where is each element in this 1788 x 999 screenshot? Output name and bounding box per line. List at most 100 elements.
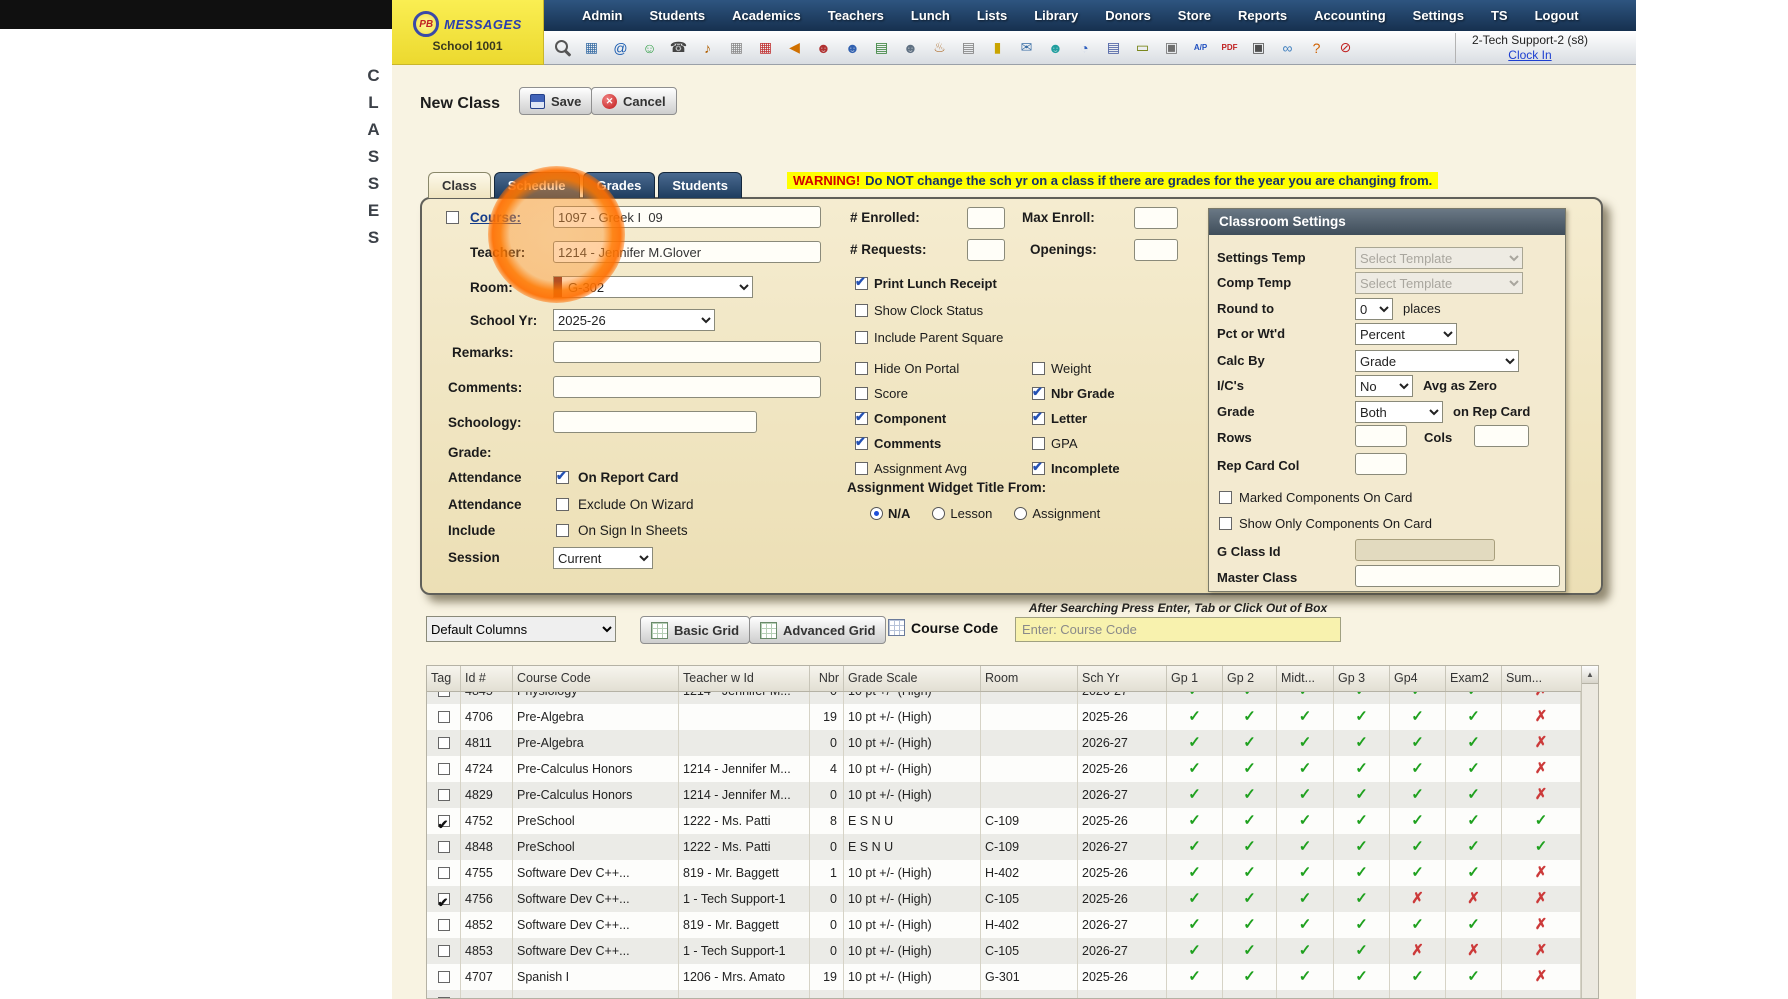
table-row[interactable]: 4706 Pre-Algebra 19 10 pt +/- (High) 2025-26… [427, 704, 1581, 730]
checkbox-item[interactable]: Show Clock Status [855, 301, 1003, 320]
cols-input[interactable] [1474, 425, 1529, 447]
clock-icon[interactable]: ◔ [1074, 37, 1095, 58]
checkbox-item[interactable]: GPA [1032, 434, 1120, 453]
g-class-id-input[interactable] [1355, 539, 1495, 561]
enrolled-input[interactable] [967, 207, 1005, 229]
tag-checkbox[interactable] [437, 789, 450, 801]
tab-schedule[interactable]: Schedule [493, 172, 580, 198]
teacher-input[interactable] [553, 241, 821, 263]
nav-item-accounting[interactable]: Accounting [1314, 8, 1386, 23]
checkbox-item[interactable]: Weight [1032, 359, 1120, 378]
nav-item-admin[interactable]: Admin [582, 8, 622, 23]
column-header[interactable]: Sum... [1502, 666, 1582, 691]
link-icon[interactable]: ∞ [1277, 37, 1298, 58]
tag-cell[interactable] [427, 938, 461, 964]
pct-select[interactable]: Percent [1355, 323, 1457, 345]
book-icon[interactable]: ▤ [871, 37, 892, 58]
rows-input[interactable] [1355, 425, 1407, 447]
session-select[interactable]: Current [553, 547, 653, 569]
table-row[interactable]: 4845Physiology1214 - Jennifer M...010 pt… [427, 692, 1581, 704]
ap-toggle-icon[interactable]: A/P [1190, 37, 1211, 58]
keycard-icon[interactable]: ▭ [1132, 37, 1153, 58]
checkbox-item[interactable]: Include Parent Square [855, 328, 1003, 347]
on-report-card-checkbox[interactable] [556, 468, 569, 484]
column-header[interactable]: Gp 3 [1334, 666, 1390, 691]
radio-item[interactable]: Lesson [932, 506, 992, 521]
tab-class[interactable]: Class [428, 172, 491, 198]
nav-item-store[interactable]: Store [1178, 8, 1211, 23]
checkbox[interactable] [855, 274, 868, 290]
lunch-icon[interactable]: ♨ [929, 37, 950, 58]
checkbox[interactable] [1032, 459, 1045, 475]
column-header[interactable]: Gp 2 [1223, 666, 1277, 691]
comp-temp-select[interactable]: Select Template [1355, 272, 1523, 294]
radio-item[interactable]: Assignment [1014, 506, 1100, 521]
stop-icon[interactable]: ⊘ [1335, 37, 1356, 58]
column-header[interactable]: Sch Yr [1078, 666, 1167, 691]
checkbox-item[interactable]: Assignment Avg [855, 459, 967, 478]
tag-checkbox[interactable] [437, 867, 450, 879]
column-header[interactable]: Gp 1 [1167, 666, 1223, 691]
tag-cell[interactable] [427, 912, 461, 938]
school-yr-select[interactable]: 2025-26 [553, 309, 715, 331]
fax-icon[interactable]: ▣ [1161, 37, 1182, 58]
tag-cell[interactable] [427, 782, 461, 808]
help-icon[interactable]: ? [1306, 37, 1327, 58]
tag-cell[interactable] [427, 886, 461, 912]
calendar-event-icon[interactable]: ▦ [755, 37, 776, 58]
person-red-icon[interactable]: ☻ [813, 37, 834, 58]
column-header[interactable]: Grade Scale [844, 666, 981, 691]
tag-cell[interactable] [427, 860, 461, 886]
condiment-icon[interactable]: ▮ [987, 37, 1008, 58]
tag-checkbox[interactable] [437, 692, 450, 697]
master-class-input[interactable] [1355, 565, 1560, 587]
column-header[interactable]: Gp4 [1390, 666, 1446, 691]
table-row[interactable] [427, 990, 1581, 998]
exclude-on-wizard-checkbox[interactable] [556, 498, 569, 511]
cancel-button[interactable]: Cancel [591, 87, 677, 115]
tag-cell[interactable] [427, 692, 461, 704]
marked-components-checkbox[interactable] [1219, 491, 1232, 504]
tag-cell[interactable] [427, 834, 461, 860]
nav-item-settings[interactable]: Settings [1413, 8, 1464, 23]
nav-item-logout[interactable]: Logout [1535, 8, 1579, 23]
checkbox[interactable] [855, 304, 868, 317]
checkbox[interactable] [855, 387, 868, 400]
column-header[interactable]: Nbr [810, 666, 844, 691]
ics-select[interactable]: No [1355, 375, 1413, 397]
rep-card-col-input[interactable] [1355, 453, 1407, 475]
basic-grid-button[interactable]: Basic Grid [640, 616, 751, 644]
checkbox[interactable] [855, 331, 868, 344]
table-row[interactable]: 4852 Software Dev C++... 819 - Mr. Baggett… [427, 912, 1581, 938]
table-row[interactable]: 4724 Pre-Calculus Honors 1214 - Jennifer M… [427, 756, 1581, 782]
tag-checkbox[interactable] [437, 890, 450, 912]
pdf-icon[interactable]: PDF [1219, 37, 1240, 58]
table-row[interactable]: 4752PreSchool1222 - Ms. Patti8E S N UC-1… [427, 808, 1581, 834]
column-header[interactable]: Id # [461, 666, 513, 691]
tag-checkbox[interactable] [437, 997, 450, 998]
checkbox[interactable] [1032, 384, 1045, 400]
nav-item-teachers[interactable]: Teachers [828, 8, 884, 23]
column-header[interactable]: Course Code [513, 666, 679, 691]
walker-icon[interactable]: ☻ [1045, 37, 1066, 58]
announcement-icon[interactable]: ◀ [784, 37, 805, 58]
audio-icon[interactable]: ♪ [697, 37, 718, 58]
checkbox[interactable] [1032, 362, 1045, 375]
table-row[interactable]: 4829 Pre-Calculus Honors 1214 - Jennifer M… [427, 782, 1581, 808]
tag-checkbox[interactable] [437, 763, 450, 775]
openings-input[interactable] [1134, 239, 1178, 261]
checkbox-item[interactable]: Print Lunch Receipt [855, 274, 1003, 293]
notes-icon[interactable]: ▤ [958, 37, 979, 58]
radio-button[interactable] [870, 507, 883, 520]
tab-students[interactable]: Students [658, 172, 742, 198]
table-row[interactable]: 4707 Spanish I 1206 - Mrs. Amato 19 10 pt +/… [427, 964, 1581, 990]
comments-input[interactable] [553, 376, 821, 398]
form-icon[interactable]: ▤ [1103, 37, 1124, 58]
course-checkbox[interactable] [446, 211, 459, 224]
tag-checkbox[interactable] [437, 919, 450, 931]
group-icon[interactable]: ☻ [900, 37, 921, 58]
radio-button[interactable] [1014, 507, 1028, 520]
round-to-select[interactable]: 0 [1355, 298, 1393, 320]
save-button[interactable]: Save [519, 87, 593, 115]
send-message-icon[interactable]: ✉ [1016, 37, 1037, 58]
